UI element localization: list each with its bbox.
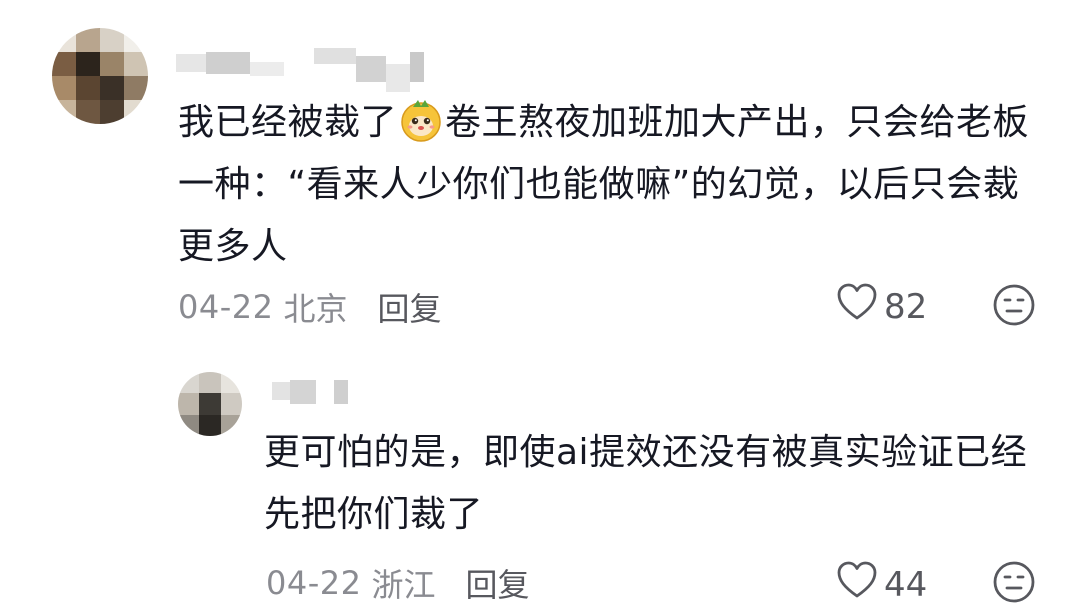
reply-location: 浙江 [371, 566, 436, 604]
username-obscured[interactable] [176, 48, 424, 92]
neutral-face-icon[interactable] [992, 560, 1036, 604]
like-count: 82 [884, 286, 928, 327]
reply-text: 更可怕的是，即使ai提效还没有被真实验证已经先把你们裁了 [264, 432, 1028, 535]
username-obscured[interactable] [272, 380, 348, 404]
comment-date: 04-22 [178, 288, 274, 326]
comment-text-part: 我已经被裁了 [178, 102, 398, 143]
like-button[interactable]: 44 [836, 560, 927, 609]
comment-location: 北京 [283, 290, 348, 328]
neutral-face-icon[interactable] [992, 283, 1036, 327]
reply-button[interactable]: 回复 [378, 284, 442, 330]
avatar[interactable] [52, 28, 148, 124]
comment-text: 我已经被裁了 卷王熬夜加班加大产出，只会给老板一种：“看来人少你们也能做嘛”的幻… [178, 92, 1038, 278]
heart-icon [836, 560, 878, 609]
reply-button[interactable]: 回复 [466, 560, 530, 606]
reply-date: 04-22 [266, 564, 362, 602]
like-count: 44 [884, 564, 928, 605]
orange-monkey-emoji-icon [399, 98, 443, 142]
avatar[interactable] [178, 372, 242, 436]
like-button[interactable]: 82 [836, 282, 927, 331]
reply-meta: 04-22 浙江 回复 [266, 560, 530, 606]
comment-meta: 04-22 北京 回复 [178, 284, 442, 330]
heart-icon [836, 282, 878, 331]
